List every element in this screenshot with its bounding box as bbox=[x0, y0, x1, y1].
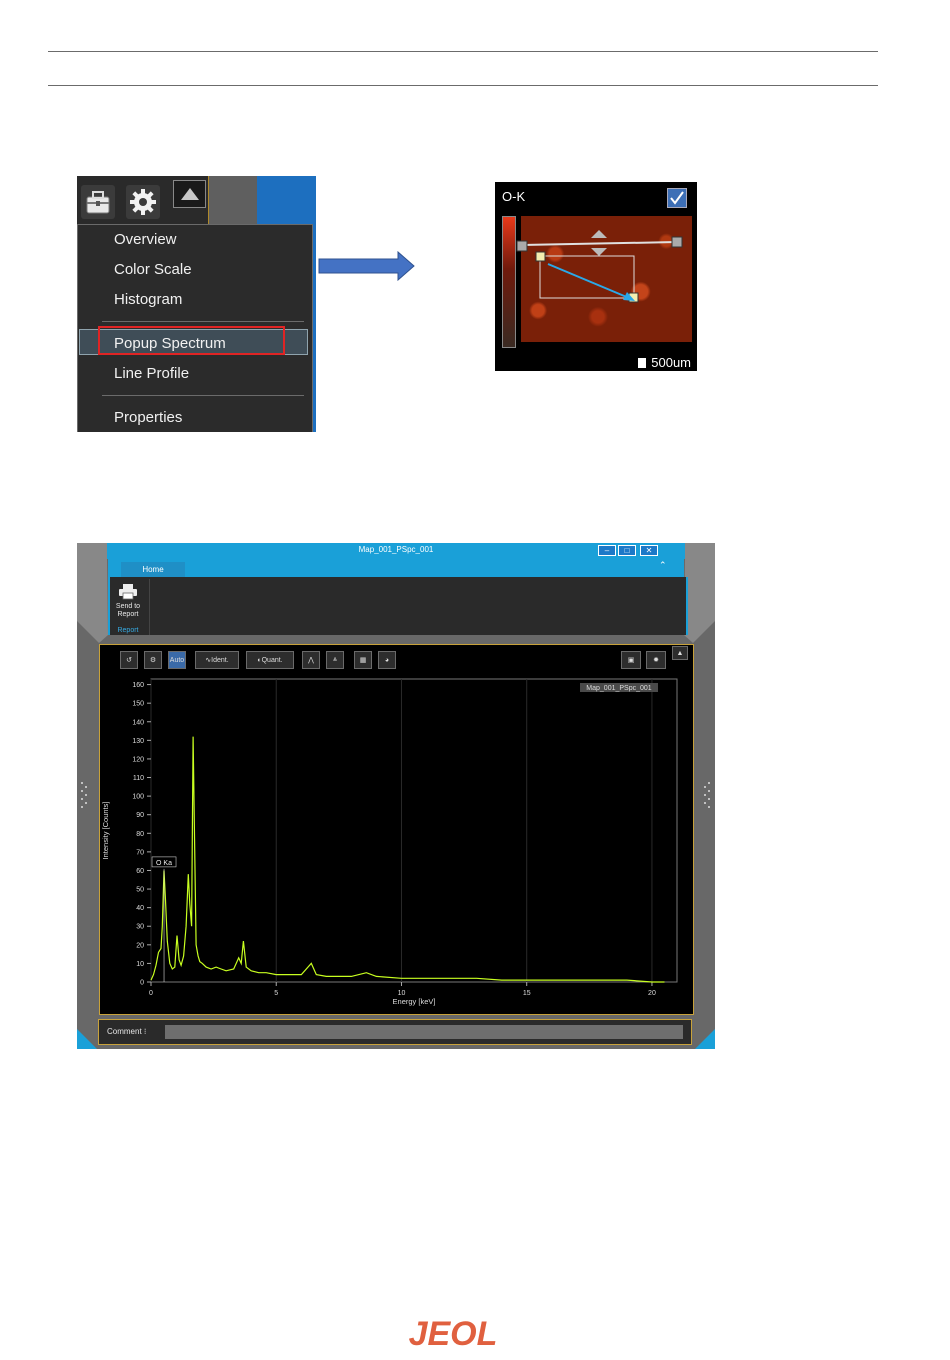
highlight-callout-box bbox=[98, 326, 285, 355]
menu-item-color-scale[interactable]: Color Scale bbox=[114, 261, 192, 278]
x-tick-label: 5 bbox=[274, 990, 278, 997]
right-arrow-icon bbox=[318, 251, 415, 281]
comment-label: Comment ⁝ bbox=[107, 1027, 147, 1036]
y-tick-label: 160 bbox=[132, 682, 144, 689]
x-tick-label: 15 bbox=[523, 990, 531, 997]
spectrum-panel: ↺ ⚙ Auto ∿ Ident. ◐ Quant. ⋀ ⩓ ▦ ◕ ▣ ✹ ▲… bbox=[99, 644, 694, 1015]
y-tick-label: 140 bbox=[132, 719, 144, 726]
toolbox-icon[interactable] bbox=[81, 185, 115, 219]
menu-item-overview[interactable]: Overview bbox=[114, 231, 177, 248]
ribbon bbox=[108, 577, 688, 635]
x-tick-label: 0 bbox=[149, 990, 153, 997]
y-tick-label: 40 bbox=[136, 905, 144, 912]
header-rule-top bbox=[48, 51, 878, 52]
y-tick-label: 80 bbox=[136, 831, 144, 838]
triangle-up-icon[interactable] bbox=[173, 180, 206, 208]
y-tick-label: 50 bbox=[136, 887, 144, 894]
x-axis-label: Energy [keV] bbox=[393, 997, 436, 1006]
svg-text:JEOL: JEOL bbox=[409, 1315, 498, 1350]
ribbon-group-label: Report bbox=[117, 627, 139, 634]
y-tick-label: 10 bbox=[136, 961, 144, 968]
menu-item-line-profile[interactable]: Line Profile bbox=[114, 365, 189, 382]
close-button[interactable]: ✕ bbox=[640, 545, 658, 556]
y-tick-label: 90 bbox=[136, 812, 144, 819]
menu-separator bbox=[102, 395, 304, 396]
left-resize-grip-icon[interactable] bbox=[79, 779, 89, 811]
y-tick-label: 110 bbox=[133, 775, 144, 782]
y-tick-label: 120 bbox=[132, 756, 144, 763]
menu-item-properties[interactable]: Properties bbox=[114, 409, 182, 426]
y-tick-label: 20 bbox=[136, 942, 144, 949]
spectrum-window: Map_001_PSpc_001 – □ ✕ Home ⌃ Send to Re… bbox=[77, 543, 715, 1049]
context-menu-screenshot: Overview Color Scale Histogram Popup Spe… bbox=[77, 176, 316, 432]
y-tick-label: 130 bbox=[132, 738, 144, 745]
x-tick-label: 10 bbox=[398, 990, 406, 997]
y-tick-label: 100 bbox=[132, 794, 144, 801]
maximize-button[interactable]: □ bbox=[618, 545, 636, 556]
map-toolbar bbox=[77, 176, 209, 225]
send-to-report-label: Send to Report bbox=[115, 603, 141, 618]
scale-label: 500um bbox=[638, 355, 691, 370]
spectrum-chart[interactable]: 0 5 10 15 20 0 10 20 30 40 50 60 70 80 90 100 110 120 130 1… bbox=[100, 645, 693, 1014]
right-resize-grip-icon[interactable] bbox=[702, 779, 712, 811]
title-bar[interactable]: Map_001_PSpc_001 – □ ✕ bbox=[107, 543, 685, 559]
x-tick-label: 20 bbox=[648, 990, 656, 997]
printer-icon bbox=[119, 584, 137, 600]
scale-value: 500um bbox=[651, 355, 691, 370]
comment-input[interactable] bbox=[165, 1025, 683, 1039]
jeol-logo: JEOL bbox=[409, 1315, 498, 1350]
header-rule-bottom bbox=[48, 85, 878, 86]
line-profile-overlay[interactable] bbox=[495, 182, 697, 371]
y-tick-label: 0 bbox=[140, 980, 144, 987]
y-tick-label: 150 bbox=[132, 701, 144, 708]
y-tick-label: 30 bbox=[136, 924, 144, 931]
minimize-button[interactable]: – bbox=[598, 545, 616, 556]
send-to-report-button[interactable]: Send to Report bbox=[113, 583, 143, 619]
comment-label-text: Comment bbox=[107, 1027, 142, 1036]
collapse-ribbon-icon[interactable]: ⌃ bbox=[659, 560, 667, 571]
tab-home[interactable]: Home bbox=[121, 562, 185, 577]
y-axis-label: Intensity [Counts] bbox=[101, 802, 110, 860]
peak-label: O Ka bbox=[156, 860, 172, 867]
ribbon-tab-strip bbox=[108, 559, 684, 577]
y-tick-label: 60 bbox=[136, 868, 144, 875]
y-tick-label: 70 bbox=[136, 849, 144, 856]
menu-separator bbox=[102, 321, 304, 322]
menu-item-histogram[interactable]: Histogram bbox=[114, 291, 182, 308]
spectrum-line bbox=[150, 736, 665, 983]
legend-label: Map_001_PSpc_001 bbox=[586, 685, 651, 692]
plot-area bbox=[150, 678, 678, 983]
gear-icon[interactable] bbox=[126, 185, 160, 219]
ribbon-separator bbox=[149, 579, 150, 635]
comment-bar: Comment ⁝ bbox=[98, 1019, 692, 1045]
element-map-panel: O-K 500um bbox=[495, 182, 697, 371]
